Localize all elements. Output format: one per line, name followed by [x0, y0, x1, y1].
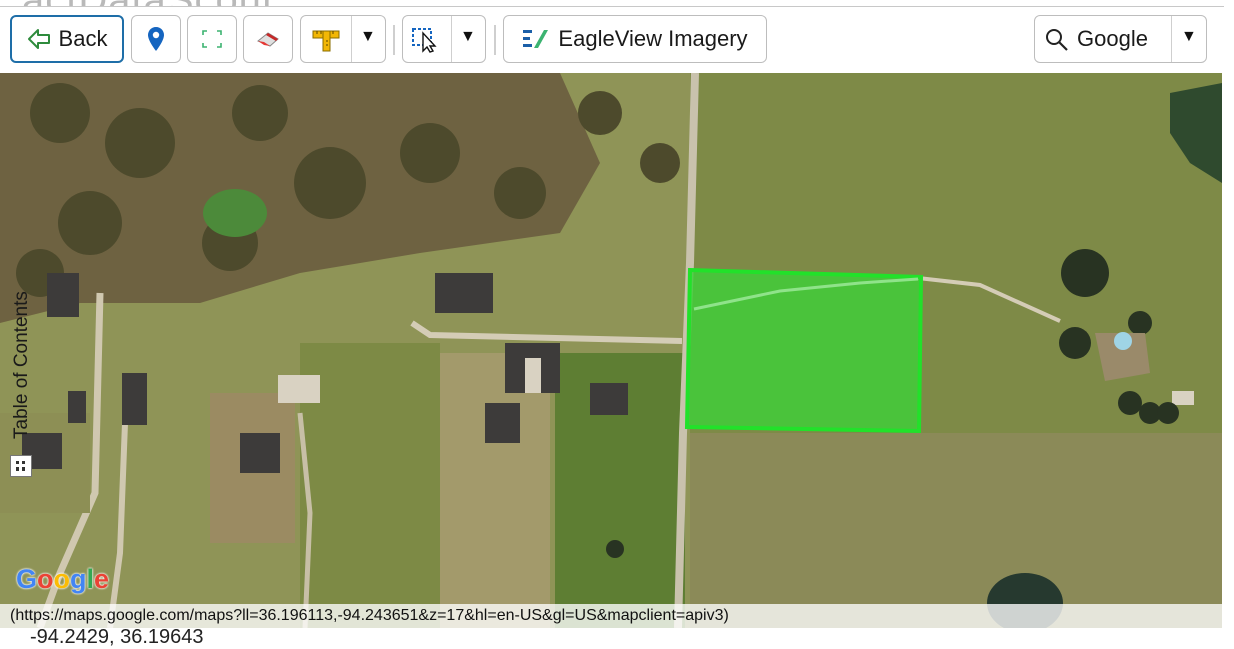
- select-dropdown-caret[interactable]: ▼: [460, 28, 476, 46]
- search-provider-split-button[interactable]: Google ▼: [1034, 15, 1207, 63]
- eagleview-imagery-button[interactable]: EagleView Imagery: [503, 15, 767, 63]
- right-margin: [1222, 73, 1234, 628]
- layers-list-icon[interactable]: [10, 455, 32, 477]
- search-provider-dropdown-caret[interactable]: ▼: [1181, 28, 1197, 46]
- clear-graphics-button[interactable]: [243, 15, 293, 63]
- aerial-imagery: [0, 73, 1222, 628]
- toolbar-separator: [494, 25, 496, 55]
- search-split-divider: [1171, 16, 1172, 62]
- full-extent-button[interactable]: [187, 15, 237, 63]
- toolbar-separator: [393, 25, 395, 55]
- full-extent-icon: [202, 30, 222, 48]
- eagleview-logo-icon: [523, 30, 549, 48]
- select-split-divider: [451, 16, 452, 62]
- table-of-contents-label: Table of Contents: [11, 291, 32, 439]
- measure-dropdown-caret[interactable]: ▼: [360, 28, 376, 46]
- table-of-contents-tab[interactable]: Table of Contents: [10, 263, 32, 453]
- back-button[interactable]: Back: [10, 15, 124, 63]
- back-arrow-icon: [27, 29, 50, 49]
- eagleview-imagery-label: EagleView Imagery: [558, 26, 748, 51]
- map-url-text: (https://maps.google.com/maps?ll=36.1961…: [0, 604, 1222, 628]
- search-provider-label: Google: [1077, 26, 1148, 51]
- eraser-icon: [257, 32, 279, 47]
- map-pin-icon: [148, 27, 164, 51]
- map-view[interactable]: Table of Contents: [0, 73, 1222, 628]
- measure-split-button[interactable]: ▼: [300, 15, 386, 63]
- map-toolbar: Back ▼ ▼ EagleView Imagery Google ▼: [0, 7, 1222, 73]
- selected-parcel[interactable]: [684, 267, 924, 434]
- locate-button[interactable]: [131, 15, 181, 63]
- measure-split-divider: [351, 16, 352, 62]
- select-cursor-icon: [411, 25, 443, 58]
- ruler-icon: [311, 25, 341, 58]
- select-tool-split-button[interactable]: ▼: [402, 15, 486, 63]
- back-button-label: Back: [58, 26, 108, 51]
- coordinate-readout: -94.2429, 36.19643: [30, 626, 204, 648]
- google-logo: Google: [16, 564, 110, 594]
- search-icon: [1045, 28, 1069, 57]
